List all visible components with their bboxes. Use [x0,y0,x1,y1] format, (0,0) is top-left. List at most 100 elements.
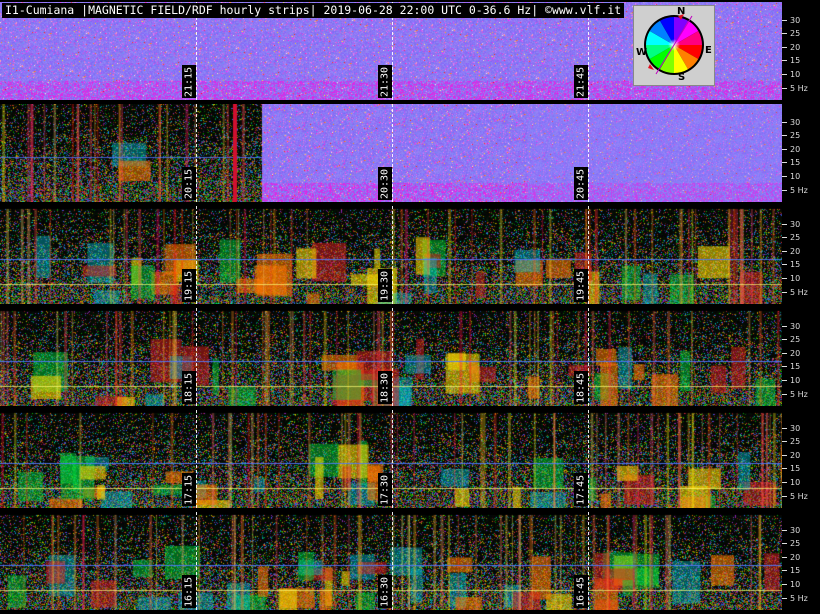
axis-tick-label: 15 [790,566,801,575]
quarter-hour-marker [392,206,393,304]
axis-tick-label: 10 [790,70,801,79]
time-label: 19:15 [182,269,196,302]
quarter-hour-marker [196,104,197,202]
axis-tick-label: 30 [790,424,801,433]
time-label: 19:45 [574,269,588,302]
frequency-axis: 30 25 20 15 10 5 Hz [782,104,820,202]
axis-tick [782,570,787,571]
frequency-axis: 30 25 20 15 10 5 Hz [782,308,820,406]
axis-tick [782,74,787,75]
axis-tick-label: 10 [790,580,801,589]
axis-tick [782,496,787,497]
spectrogram-strip: 18:15 18:30 18:45 [0,308,782,406]
axis-tick-label: 15 [790,260,801,269]
axis-tick [782,237,787,238]
time-label: 18:30 [378,371,392,404]
axis-tick-label: 15 [790,362,801,371]
axis-tick [782,468,787,469]
axis-tick [782,394,787,395]
time-label: 16:30 [378,575,392,608]
frequency-axis: 30 25 20 15 10 5 Hz [782,206,820,304]
axis-tick-label: 15 [790,56,801,65]
quarter-hour-marker [392,512,393,610]
quarter-hour-marker [196,206,197,304]
axis-tick-label: 15 [790,464,801,473]
time-label: 16:45 [574,575,588,608]
time-label: 20:45 [574,167,588,200]
direction-compass: N S E W [633,5,715,86]
axis-tick-label: 25 [790,539,801,548]
axis-tick-label: 15 [790,158,801,167]
quarter-hour-marker [196,512,197,610]
axis-tick [782,557,787,558]
axis-tick-label: 5 Hz [790,186,808,195]
axis-tick [782,47,787,48]
axis-tick-label: 10 [790,376,801,385]
axis-tick [782,20,787,21]
axis-tick-label: 20 [790,451,801,460]
axis-tick [782,135,787,136]
quarter-hour-marker [196,308,197,406]
time-label: 16:15 [182,575,196,608]
frequency-axis: 30 25 20 15 10 5 Hz [782,512,820,610]
axis-tick [782,380,787,381]
axis-tick-label: 10 [790,274,801,283]
axis-tick [782,366,787,367]
axis-tick [782,339,787,340]
compass-south-label: S [678,72,686,83]
axis-tick-label: 10 [790,172,801,181]
time-label: 17:30 [378,473,392,506]
frequency-axis: 30 25 20 15 10 5 Hz [782,2,820,100]
quarter-hour-marker [588,206,589,304]
spectrogram-strip: 16:15 16:30 16:45 [0,512,782,610]
axis-tick [782,176,787,177]
quarter-hour-marker [392,104,393,202]
quarter-hour-marker [588,104,589,202]
axis-tick-label: 30 [790,118,801,127]
axis-tick-label: 30 [790,220,801,229]
quarter-hour-marker [392,308,393,406]
axis-tick-label: 25 [790,29,801,38]
time-label: 21:45 [574,65,588,98]
compass-wheel-icon [644,14,704,75]
axis-tick-label: 30 [790,16,801,25]
spectrogram-strip: 20:15 20:30 20:45 [0,104,782,202]
spectrogram-strip: 17:15 17:30 17:45 [0,410,782,508]
axis-tick-label: 25 [790,335,801,344]
axis-tick-label: 25 [790,233,801,242]
axis-tick [782,278,787,279]
axis-tick [782,598,787,599]
axis-tick [782,33,787,34]
time-label: 19:30 [378,269,392,302]
axis-tick [782,482,787,483]
axis-tick [782,441,787,442]
axis-tick-label: 5 Hz [790,390,808,399]
axis-tick-label: 5 Hz [790,492,808,501]
axis-tick-label: 30 [790,526,801,535]
time-label: 21:15 [182,65,196,98]
axis-tick [782,428,787,429]
axis-tick-label: 5 Hz [790,594,808,603]
axis-tick [782,88,787,89]
time-label: 18:45 [574,371,588,404]
axis-tick [782,326,787,327]
axis-tick [782,162,787,163]
spectrogram-strip: 19:15 19:30 19:45 [0,206,782,304]
quarter-hour-marker [392,410,393,508]
axis-tick [782,264,787,265]
axis-tick-label: 5 Hz [790,288,808,297]
axis-tick-label: 20 [790,349,801,358]
axis-tick [782,292,787,293]
time-label: 20:15 [182,167,196,200]
axis-tick-label: 20 [790,43,801,52]
axis-tick [782,530,787,531]
time-label: 17:15 [182,473,196,506]
time-label: 20:30 [378,167,392,200]
compass-east-label: E [705,45,712,56]
axis-tick-label: 20 [790,247,801,256]
quarter-hour-marker [588,308,589,406]
axis-tick [782,149,787,150]
axis-tick-label: 20 [790,553,801,562]
axis-tick [782,224,787,225]
axis-tick-label: 25 [790,131,801,140]
